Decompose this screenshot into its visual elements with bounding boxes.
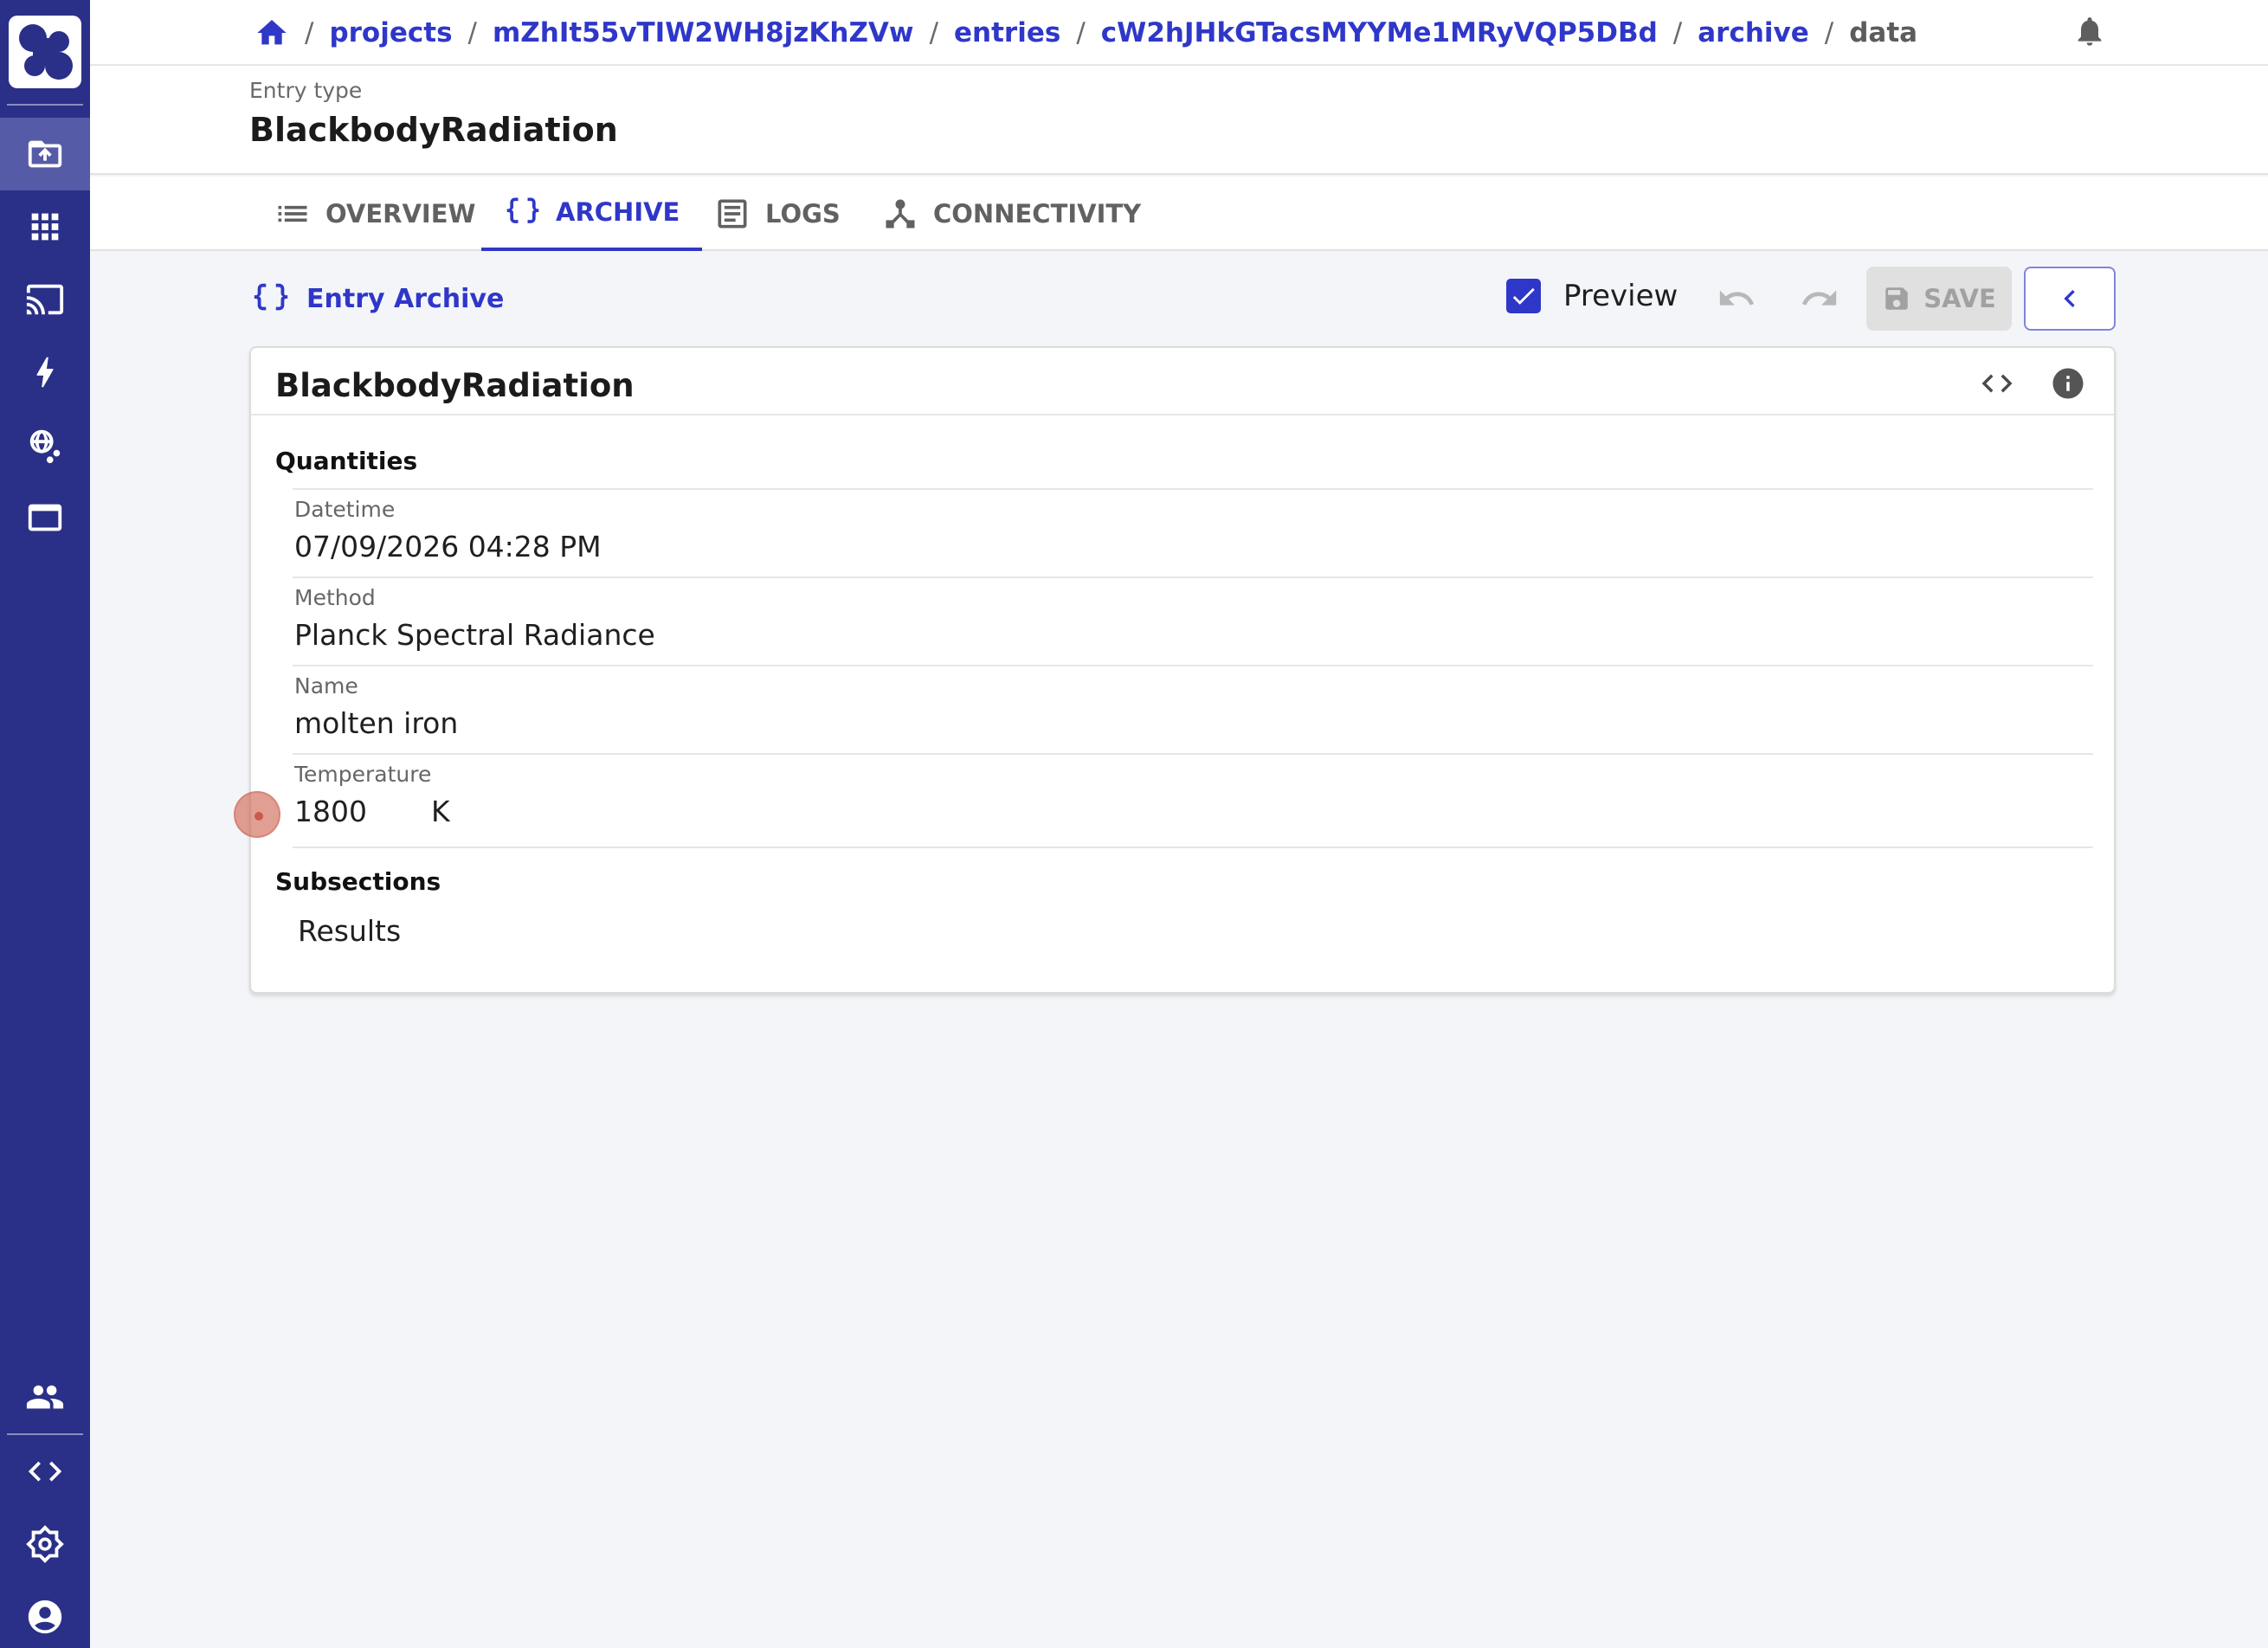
sidebar-item-groups[interactable] bbox=[0, 1361, 90, 1433]
field-unit[interactable]: K bbox=[431, 795, 450, 828]
quantity-datetime[interactable]: Datetime 07/09/2026 04:28 PM bbox=[293, 488, 2093, 576]
section-title: BlackbodyRadiation bbox=[275, 367, 635, 404]
quantity-temperature[interactable]: Temperature 1800 K bbox=[293, 753, 2093, 848]
sidebar-item-account[interactable] bbox=[0, 1580, 90, 1648]
log-icon bbox=[718, 199, 747, 229]
entry-header: Entry type BlackbodyRadiation bbox=[90, 66, 2268, 175]
breadcrumb-separator: / bbox=[1076, 17, 1086, 48]
groups-icon bbox=[26, 1385, 64, 1409]
breadcrumb-separator: / bbox=[929, 17, 939, 48]
settings-icon bbox=[26, 1525, 64, 1563]
view-source-button[interactable] bbox=[1979, 365, 2015, 405]
entry-type-label: Entry type bbox=[249, 78, 363, 103]
entry-type-value: BlackbodyRadiation bbox=[249, 111, 618, 149]
chevron-left-icon bbox=[2064, 290, 2075, 307]
entry-tabs: OVERVIEW ARCHIVE LOGS CONNECTIVITY bbox=[90, 177, 2268, 251]
sidebar-item-network[interactable] bbox=[0, 409, 90, 481]
preview-checkbox[interactable] bbox=[1506, 279, 1541, 313]
sidebar-item-settings[interactable] bbox=[0, 1508, 90, 1580]
subsection-results[interactable]: Results bbox=[298, 914, 401, 948]
connectivity-icon bbox=[886, 199, 915, 229]
notifications-button[interactable] bbox=[2072, 14, 2107, 52]
sidebar-item-code[interactable] bbox=[0, 1435, 90, 1508]
collapse-button[interactable] bbox=[2024, 267, 2116, 331]
breadcrumb-entries[interactable]: entries bbox=[954, 17, 1060, 48]
tab-archive-label: ARCHIVE bbox=[556, 197, 680, 227]
save-button[interactable]: SAVE bbox=[1866, 267, 2012, 331]
tab-logs-label: LOGS bbox=[765, 199, 841, 229]
field-label: Temperature bbox=[294, 762, 432, 787]
bell-icon bbox=[2078, 17, 2102, 46]
undo-icon bbox=[1719, 290, 1755, 306]
breadcrumb-entry-id[interactable]: cW2hJHkGTacsMYYMe1MRyVQP5DBd bbox=[1101, 17, 1658, 48]
info-icon bbox=[2052, 368, 2084, 399]
quantities-heading: Quantities bbox=[275, 447, 418, 475]
redo-icon bbox=[1801, 290, 1837, 306]
field-value[interactable]: 1800 bbox=[294, 795, 367, 828]
subsections-heading: Subsections bbox=[275, 867, 441, 896]
sidebar bbox=[0, 0, 90, 1648]
list-icon bbox=[278, 205, 307, 222]
breadcrumb-separator: / bbox=[467, 17, 477, 48]
sidebar-item-apps[interactable] bbox=[0, 190, 90, 263]
tab-connectivity-label: CONNECTIVITY bbox=[933, 199, 1142, 229]
field-label: Method bbox=[294, 585, 376, 610]
cursor-click-indicator bbox=[234, 791, 280, 838]
app-logo[interactable] bbox=[9, 16, 81, 88]
undo-button[interactable] bbox=[1714, 279, 1759, 322]
bolt-icon bbox=[36, 357, 54, 388]
sidebar-divider bbox=[7, 104, 83, 106]
field-value[interactable]: molten iron bbox=[294, 706, 458, 740]
top-bar: / projects / mZhIt55vTIW2WH8jzKhZVw / en… bbox=[90, 0, 2268, 66]
field-label: Datetime bbox=[294, 497, 396, 522]
network-icon bbox=[29, 429, 61, 464]
sidebar-item-cast[interactable] bbox=[0, 263, 90, 336]
field-value[interactable]: Planck Spectral Radiance bbox=[294, 618, 655, 652]
tab-overview[interactable]: OVERVIEW bbox=[251, 177, 499, 251]
sidebar-item-window[interactable] bbox=[0, 481, 90, 554]
save-label: SAVE bbox=[1923, 284, 1996, 313]
breadcrumb-projects[interactable]: projects bbox=[329, 17, 452, 48]
home-icon[interactable] bbox=[255, 16, 289, 50]
cast-icon bbox=[26, 284, 64, 315]
braces-icon bbox=[506, 197, 539, 223]
entry-archive-title[interactable]: Entry Archive bbox=[251, 279, 504, 319]
braces-icon bbox=[254, 283, 288, 311]
info-button[interactable] bbox=[2050, 365, 2086, 405]
breadcrumb-separator: / bbox=[1672, 17, 1683, 48]
breadcrumb: / projects / mZhIt55vTIW2WH8jzKhZVw / en… bbox=[255, 0, 1917, 66]
code-icon bbox=[28, 1461, 62, 1482]
save-icon bbox=[1885, 287, 1908, 310]
window-icon bbox=[28, 504, 62, 531]
entry-archive-label: Entry Archive bbox=[306, 283, 505, 314]
apps-icon bbox=[31, 213, 59, 241]
check-icon bbox=[1512, 287, 1535, 305]
quantity-method[interactable]: Method Planck Spectral Radiance bbox=[293, 576, 2093, 665]
breadcrumb-upload-id[interactable]: mZhIt55vTIW2WH8jzKhZVw bbox=[493, 17, 914, 48]
tab-archive[interactable]: ARCHIVE bbox=[481, 177, 703, 251]
card-header: BlackbodyRadiation bbox=[251, 348, 2114, 415]
uploads-icon bbox=[28, 140, 62, 168]
redo-button[interactable] bbox=[1797, 279, 1842, 322]
sidebar-item-uploads[interactable] bbox=[0, 118, 90, 190]
tab-logs[interactable]: LOGS bbox=[691, 177, 863, 251]
breadcrumb-separator: / bbox=[1824, 17, 1834, 48]
breadcrumb-data: data bbox=[1849, 17, 1918, 48]
breadcrumb-archive[interactable]: archive bbox=[1698, 17, 1809, 48]
breadcrumb-separator: / bbox=[305, 17, 314, 48]
code-icon bbox=[1981, 374, 2013, 393]
preview-toggle[interactable]: Preview bbox=[1506, 279, 1678, 313]
preview-label: Preview bbox=[1563, 279, 1678, 313]
tab-connectivity[interactable]: CONNECTIVITY bbox=[859, 177, 1163, 251]
sidebar-item-bolt[interactable] bbox=[0, 336, 90, 409]
tab-overview-label: OVERVIEW bbox=[325, 199, 476, 229]
field-label: Name bbox=[294, 673, 358, 698]
quantity-name[interactable]: Name molten iron bbox=[293, 665, 2093, 753]
archive-section-card: BlackbodyRadiation Quantities Datetime 0… bbox=[249, 346, 2116, 994]
account-icon bbox=[28, 1600, 62, 1634]
field-value[interactable]: 07/09/2026 04:28 PM bbox=[294, 530, 602, 563]
